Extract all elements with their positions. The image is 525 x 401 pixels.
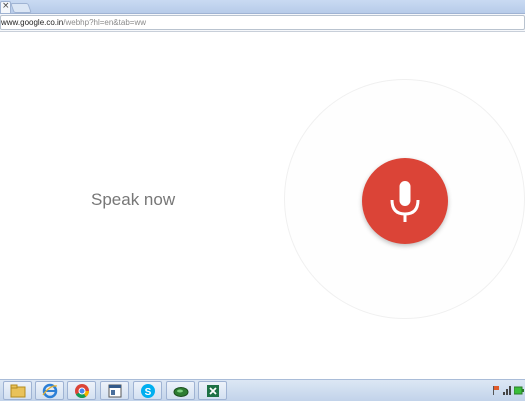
folder-icon bbox=[10, 384, 26, 398]
svg-text:S: S bbox=[145, 387, 152, 398]
chrome-icon bbox=[75, 384, 89, 398]
network-icon[interactable] bbox=[503, 385, 512, 395]
internet-explorer-icon bbox=[42, 383, 58, 399]
voice-search-page: Speak now bbox=[0, 32, 525, 379]
new-tab-button[interactable] bbox=[10, 3, 32, 13]
speak-now-prompt: Speak now bbox=[91, 190, 176, 209]
microphone-icon bbox=[390, 181, 420, 222]
close-tab-icon[interactable]: × bbox=[2, 0, 10, 12]
excel-icon bbox=[207, 385, 219, 397]
skype-icon: S bbox=[141, 384, 155, 398]
microphone-button[interactable] bbox=[362, 158, 448, 244]
address-bar[interactable]: www.google.co.in/webhp?hl=en&tab=ww bbox=[0, 15, 525, 30]
taskbar-ie-button[interactable] bbox=[35, 381, 64, 400]
taskbar-excel-button[interactable] bbox=[198, 381, 227, 400]
taskbar-window-button[interactable] bbox=[100, 381, 129, 400]
taskbar-folder-button[interactable] bbox=[3, 381, 32, 400]
url-host: www.google.co.in bbox=[1, 18, 64, 27]
flag-icon[interactable] bbox=[492, 385, 500, 395]
taskbar: S bbox=[0, 379, 525, 401]
tab-strip: × bbox=[0, 0, 525, 14]
browser-tab[interactable]: × bbox=[0, 1, 11, 13]
green-oval-app-icon bbox=[173, 387, 189, 397]
taskbar-chrome-button[interactable] bbox=[67, 381, 96, 400]
battery-icon[interactable] bbox=[514, 385, 524, 395]
window-icon bbox=[108, 384, 122, 398]
url-path: /webhp?hl=en&tab=ww bbox=[63, 18, 146, 27]
taskbar-skype-button[interactable]: S bbox=[133, 381, 162, 400]
taskbar-app-button[interactable] bbox=[166, 381, 195, 400]
browser-toolbar: www.google.co.in/webhp?hl=en&tab=ww bbox=[0, 14, 525, 32]
